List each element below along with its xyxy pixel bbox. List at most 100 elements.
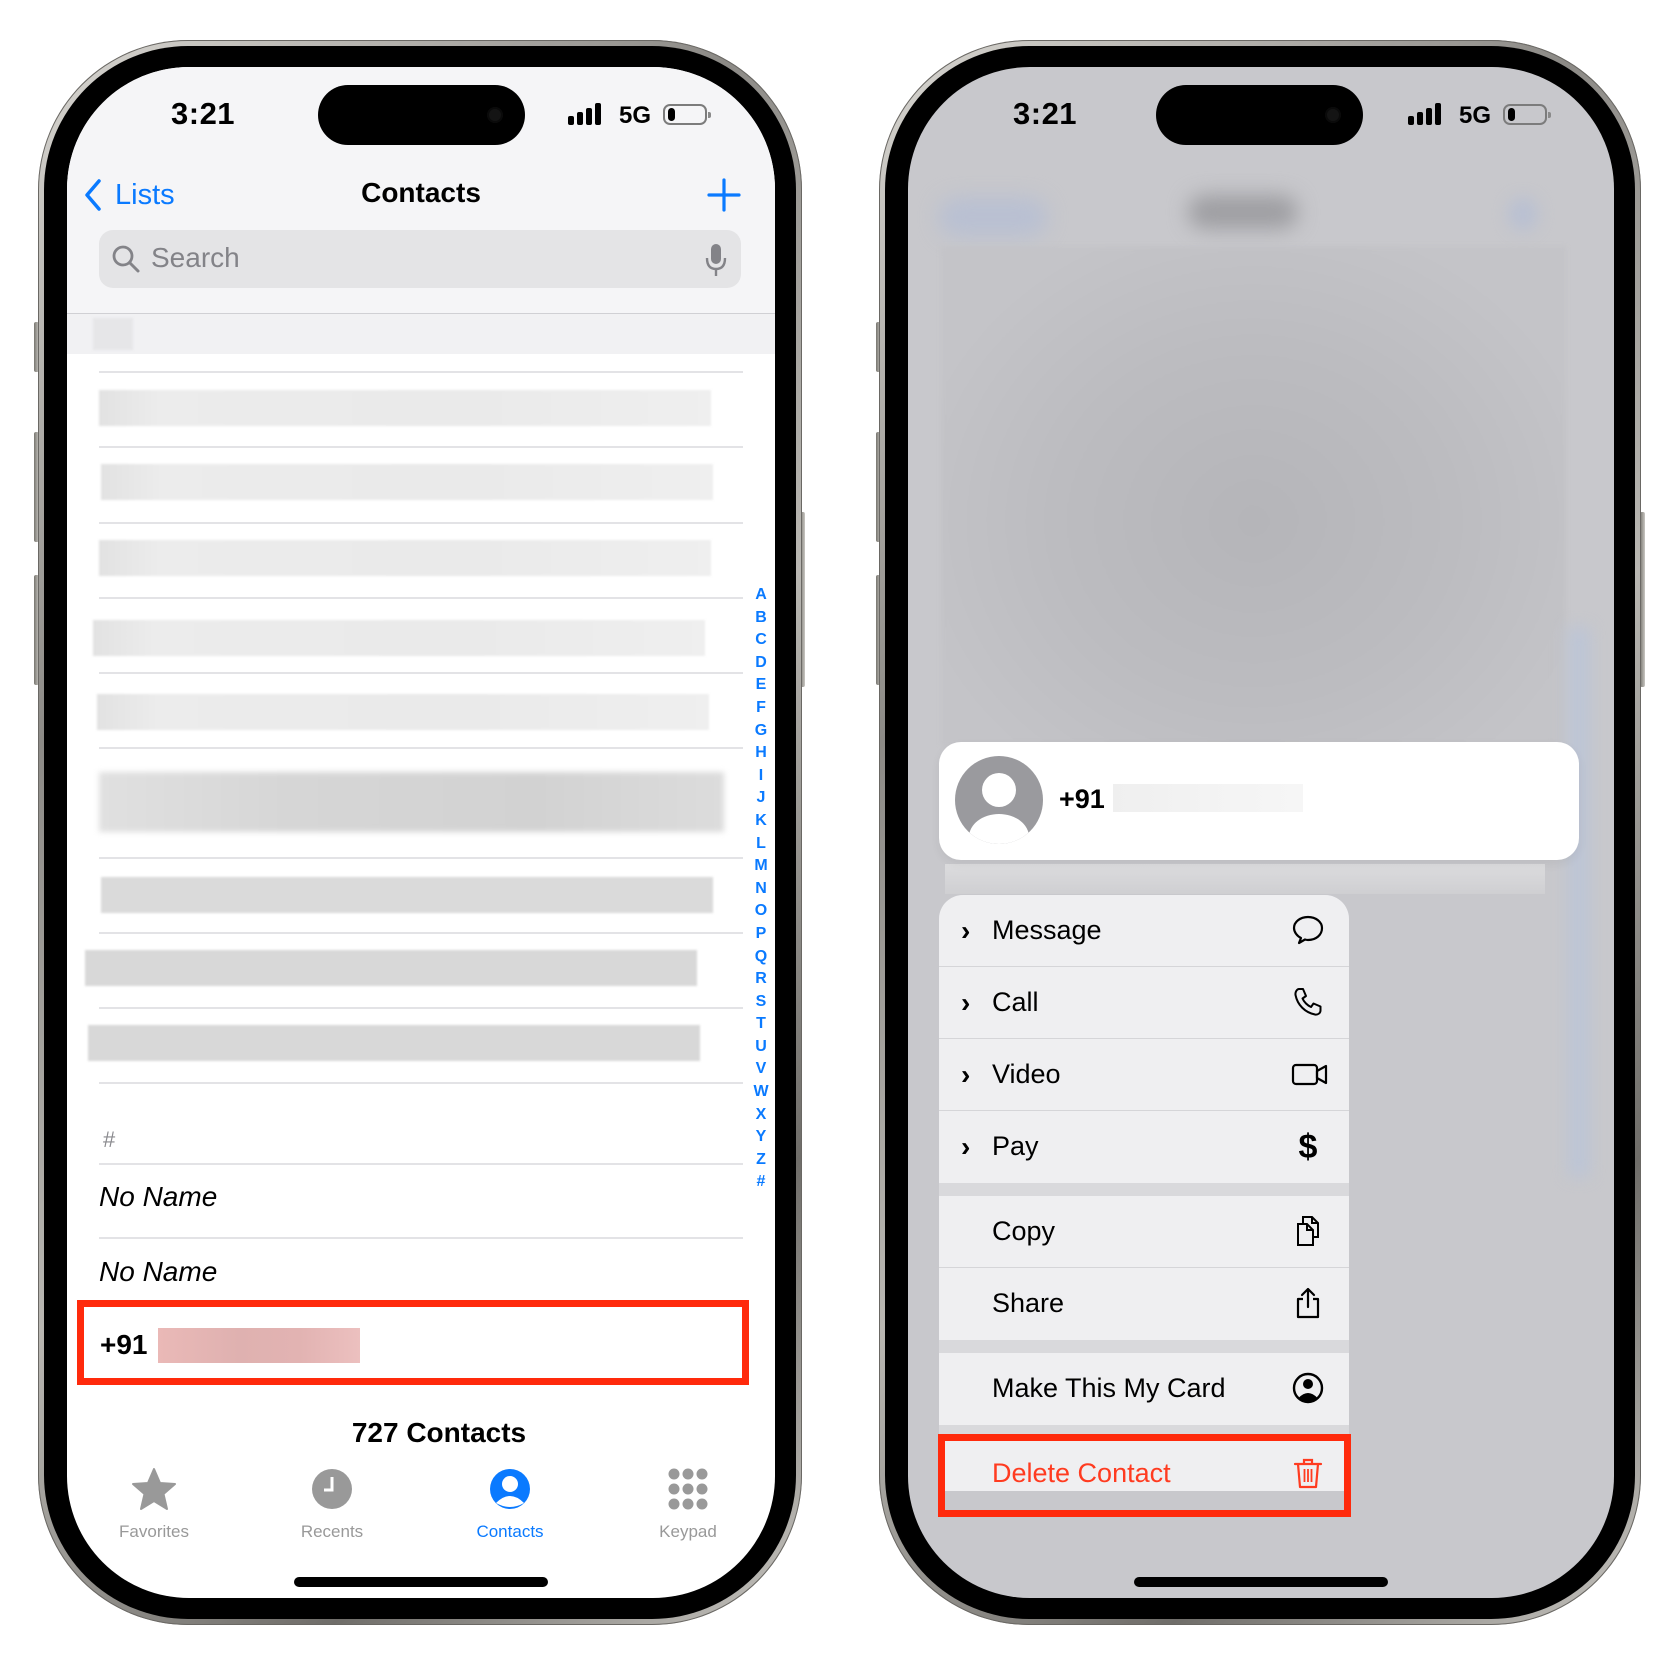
microphone-icon[interactable] bbox=[705, 243, 727, 277]
section-header-blurred bbox=[67, 314, 775, 354]
row-divider bbox=[99, 1163, 743, 1165]
phone-icon bbox=[1291, 985, 1325, 1019]
cellular-signal-icon bbox=[568, 103, 601, 125]
search-placeholder: Search bbox=[151, 242, 240, 273]
context-menu: › Message › Call › Video › Pay $ Copy Share Make Th… bbox=[939, 895, 1349, 1491]
index-letter[interactable]: U bbox=[755, 1036, 767, 1059]
home-indicator[interactable] bbox=[294, 1577, 548, 1587]
index-letter[interactable]: J bbox=[757, 787, 766, 810]
battery-icon bbox=[1503, 104, 1551, 125]
redacted-contact-row[interactable] bbox=[101, 877, 713, 913]
index-letter[interactable]: H bbox=[755, 742, 767, 765]
front-camera bbox=[1325, 107, 1341, 123]
menu-item-message[interactable]: › Message bbox=[939, 895, 1349, 967]
search-field[interactable]: Search bbox=[99, 230, 741, 288]
redacted-contact-row[interactable] bbox=[97, 694, 709, 730]
battery-icon bbox=[663, 104, 711, 125]
index-letter[interactable]: M bbox=[754, 855, 767, 878]
index-letter[interactable]: K bbox=[755, 810, 767, 833]
plus-icon bbox=[707, 178, 741, 212]
chevron-right-icon: › bbox=[961, 1059, 971, 1090]
row-divider bbox=[99, 747, 743, 749]
index-letter[interactable]: Q bbox=[755, 946, 767, 969]
redacted-contact-row[interactable] bbox=[99, 540, 711, 576]
status-time: 3:21 bbox=[171, 96, 236, 131]
menu-item-share[interactable]: Share bbox=[939, 1268, 1349, 1340]
contact-preview-card[interactable]: +91 bbox=[939, 742, 1579, 860]
delete-highlight-box bbox=[938, 1434, 1351, 1517]
redacted-contact-row[interactable] bbox=[88, 1025, 700, 1061]
home-indicator[interactable] bbox=[1134, 1577, 1388, 1587]
status-time: 3:21 bbox=[1013, 96, 1078, 131]
index-letter[interactable]: X bbox=[756, 1104, 767, 1127]
tab-favorites[interactable]: Favorites bbox=[84, 1467, 224, 1542]
row-divider bbox=[99, 857, 743, 859]
tab-label: Keypad bbox=[659, 1522, 717, 1541]
index-letter[interactable]: F bbox=[756, 697, 766, 720]
left-phone-frame: 3:21 5G Lists Contacts Search # No Name … bbox=[38, 40, 802, 1625]
highlighted-contact-row[interactable]: +91 bbox=[77, 1300, 749, 1385]
redacted-contact-row[interactable] bbox=[93, 620, 705, 656]
redacted-contact-row[interactable] bbox=[101, 464, 713, 500]
row-divider bbox=[99, 672, 743, 674]
preview-shadow-strip bbox=[945, 864, 1545, 894]
menu-item-copy[interactable]: Copy bbox=[939, 1196, 1349, 1268]
menu-item-label: Video bbox=[992, 1059, 1061, 1089]
index-letter[interactable]: T bbox=[756, 1013, 766, 1036]
menu-item-pay[interactable]: › Pay $ bbox=[939, 1111, 1349, 1183]
redacted-contact-row[interactable] bbox=[99, 390, 711, 426]
network-type: 5G bbox=[619, 102, 652, 129]
redacted-number bbox=[1113, 784, 1303, 812]
contact-row-no-name[interactable]: No Name bbox=[99, 1181, 217, 1213]
row-divider bbox=[99, 522, 743, 524]
redacted-text bbox=[93, 318, 133, 350]
alphabet-index[interactable]: A B C D E F G H I J K L M N O P Q R S T U V W X Y Z # bbox=[750, 584, 772, 1194]
tab-label: Recents bbox=[300, 1522, 364, 1541]
index-letter[interactable]: S bbox=[756, 991, 767, 1014]
index-letter[interactable]: Y bbox=[756, 1126, 767, 1149]
cellular-signal-icon bbox=[1408, 103, 1441, 125]
index-letter[interactable]: P bbox=[756, 923, 767, 946]
blurred-content bbox=[941, 246, 1566, 746]
clock-icon bbox=[312, 1469, 352, 1509]
index-letter[interactable]: V bbox=[756, 1058, 767, 1081]
menu-item-label: Message bbox=[992, 915, 1102, 945]
tab-contacts[interactable]: Contacts bbox=[440, 1467, 580, 1542]
network-type: 5G bbox=[1459, 102, 1492, 129]
index-letter[interactable]: W bbox=[753, 1081, 768, 1104]
index-letter[interactable]: D bbox=[755, 652, 767, 675]
tab-label: Contacts bbox=[476, 1522, 544, 1541]
person-circle-icon bbox=[1291, 1371, 1325, 1405]
tab-keypad[interactable]: Keypad bbox=[618, 1467, 758, 1542]
index-letter[interactable]: L bbox=[756, 833, 766, 856]
index-letter[interactable]: R bbox=[755, 968, 767, 991]
menu-item-make-this-my-card[interactable]: Make This My Card bbox=[939, 1353, 1349, 1425]
index-letter[interactable]: E bbox=[756, 674, 767, 697]
star-icon bbox=[132, 1468, 176, 1510]
index-letter[interactable]: G bbox=[755, 720, 767, 743]
chevron-right-icon: › bbox=[961, 987, 971, 1018]
menu-item-video[interactable]: › Video bbox=[939, 1039, 1349, 1111]
index-letter[interactable]: A bbox=[755, 584, 767, 607]
index-letter[interactable]: B bbox=[755, 607, 767, 630]
index-letter[interactable]: I bbox=[759, 765, 763, 788]
row-divider bbox=[99, 932, 743, 934]
index-letter[interactable]: O bbox=[755, 900, 767, 923]
redacted-contact-row[interactable] bbox=[85, 950, 697, 986]
redacted-contact-row[interactable] bbox=[99, 772, 724, 832]
tab-recents[interactable]: Recents bbox=[262, 1467, 402, 1542]
dynamic-island bbox=[1156, 85, 1363, 145]
section-header-hash: # bbox=[103, 1127, 116, 1152]
menu-item-call[interactable]: › Call bbox=[939, 967, 1349, 1039]
index-letter[interactable]: # bbox=[757, 1171, 766, 1194]
share-icon bbox=[1291, 1286, 1325, 1320]
person-circle-icon bbox=[490, 1469, 530, 1509]
index-letter[interactable]: N bbox=[755, 878, 767, 901]
index-letter[interactable]: Z bbox=[756, 1149, 766, 1172]
menu-item-label: Share bbox=[992, 1288, 1065, 1318]
add-contact-button[interactable] bbox=[704, 175, 744, 215]
copy-icon bbox=[1291, 1214, 1325, 1248]
contact-row-no-name[interactable]: No Name bbox=[99, 1256, 217, 1288]
contact-number-prefix: +91 bbox=[100, 1329, 148, 1360]
index-letter[interactable]: C bbox=[755, 629, 767, 652]
